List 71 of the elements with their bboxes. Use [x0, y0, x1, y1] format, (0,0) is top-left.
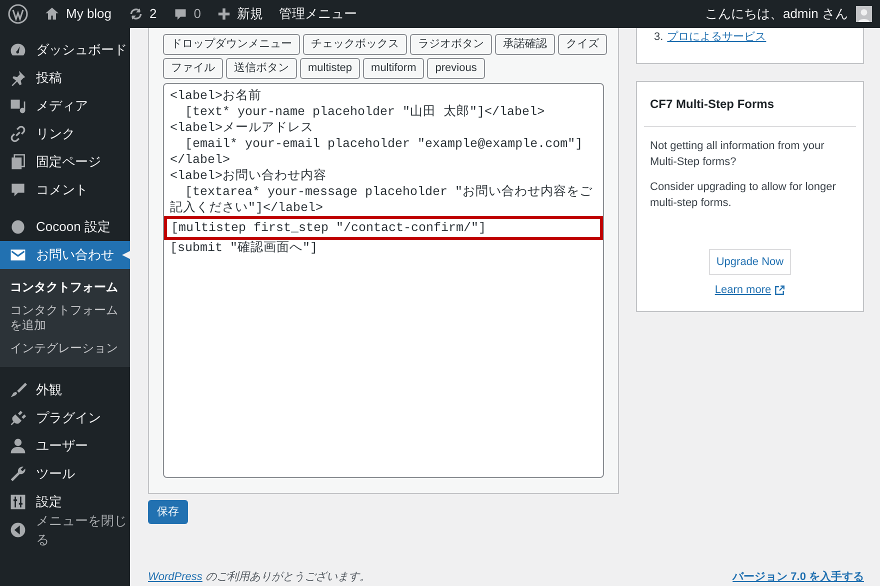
sidebar-menu-item[interactable]: ツール [0, 460, 130, 488]
sliders-icon [9, 493, 27, 511]
tag-button[interactable]: multiform [363, 58, 424, 79]
plug-icon [9, 409, 27, 427]
tag-button[interactable]: multistep [300, 58, 360, 79]
learn-more-link[interactable]: Learn more [714, 282, 786, 298]
pushpin-icon [9, 69, 27, 87]
link-icon [9, 125, 27, 143]
home-icon [44, 6, 60, 22]
new-link[interactable]: 新規 [217, 4, 263, 24]
sidebar-menu-item[interactable]: 固定ページ [0, 148, 130, 176]
wrench-icon [9, 465, 27, 483]
paintbrush-icon [9, 381, 27, 399]
sidebar-menu-item[interactable]: 設定 [0, 488, 130, 516]
sidebar-menu-item[interactable]: 投稿 [0, 64, 130, 92]
tag-button[interactable]: ドロップダウンメニュー [163, 34, 300, 55]
code-line: [textarea* your-message placeholder "お問い合わせ内容をご記入ください"]</label> [170, 184, 594, 216]
code-line: [email* your-email placeholder "example@example.com"] [184, 136, 584, 152]
card-title: CF7 Multi-Step Forms [650, 96, 776, 113]
sidebar-menu-item[interactable]: お問い合わせ [0, 241, 130, 269]
plus-icon [217, 7, 231, 21]
tag-button[interactable]: ファイル [163, 58, 223, 79]
user-icon [9, 437, 27, 455]
sidebar-menu-item[interactable]: メニューを閉じる [0, 516, 130, 544]
submenu-item[interactable]: インテグレーション [0, 337, 130, 360]
code-line: [submit "確認画面へ"] [170, 240, 319, 256]
tag-button[interactable]: ラジオボタン [410, 34, 492, 55]
media-icon [9, 97, 27, 115]
avatar-icon [856, 6, 872, 22]
upgrade-button[interactable]: Upgrade Now [709, 249, 791, 275]
speech-bubble-icon [172, 6, 188, 22]
wordpress-logo-icon[interactable] [8, 4, 28, 24]
sidebar-menu-item[interactable]: コメント [0, 176, 130, 204]
code-line: </label> [170, 152, 232, 168]
wordpress-link[interactable]: WordPress [148, 570, 202, 582]
sidebar-menu-item[interactable]: ユーザー [0, 432, 130, 460]
tag-button[interactable]: クイズ [558, 34, 607, 55]
sidebar-menu-item[interactable]: 外観 [0, 376, 130, 404]
save-button[interactable]: 保存 [148, 500, 188, 524]
sidebar-menu-item[interactable]: ダッシュボード [0, 36, 130, 64]
tag-button[interactable]: 承諾確認 [495, 34, 555, 55]
account-link[interactable]: こんにちは、admin さん [704, 4, 872, 24]
code-line: [text* your-name placeholder "山田 太郎"]</label> [184, 104, 546, 120]
tag-button[interactable]: 送信ボタン [226, 58, 297, 79]
code-line: <label>メールアドレス [170, 120, 315, 136]
sidebar-menu-item[interactable]: プラグイン [0, 404, 130, 432]
list-number: 3. [654, 30, 664, 45]
external-link-icon [774, 284, 786, 296]
submenu-item[interactable]: コンタクトフォーム [0, 276, 130, 299]
footer-text: WordPress のご利用ありがとうございます。 [148, 570, 370, 584]
submenu-item[interactable]: コンタクトフォームを追加 [0, 299, 130, 337]
refresh-icon [128, 6, 144, 22]
code-editor[interactable] [163, 83, 604, 478]
pages-icon [9, 153, 27, 171]
sidebar-menu-item[interactable]: Cocoon 設定 [0, 213, 130, 241]
tag-button[interactable]: previous [427, 58, 485, 79]
sidebar-menu-item[interactable]: メディア [0, 92, 130, 120]
code-line: <label>お問い合わせ内容 [170, 168, 328, 184]
sidebar-menu-item[interactable]: リンク [0, 120, 130, 148]
updates-link[interactable]: 2 [128, 4, 157, 24]
code-line: <label>お名前 [170, 88, 263, 104]
tag-button[interactable]: チェックボックス [303, 34, 407, 55]
card-text: Consider upgrading to allow for longer multi-step forms. [650, 180, 837, 211]
comments-link[interactable]: 0 [172, 4, 201, 24]
circle-icon [9, 218, 27, 236]
speech-bubble-icon [9, 181, 27, 199]
admin-menu-link[interactable]: 管理メニュー [279, 4, 357, 24]
site-link[interactable]: My blog [44, 4, 112, 24]
service-link[interactable]: プロによるサービス [667, 29, 766, 63]
card-text: Not getting all information from your Multi-Step forms? [650, 139, 826, 170]
version-link[interactable]: バージョン 7.0 を入手する [732, 568, 864, 585]
